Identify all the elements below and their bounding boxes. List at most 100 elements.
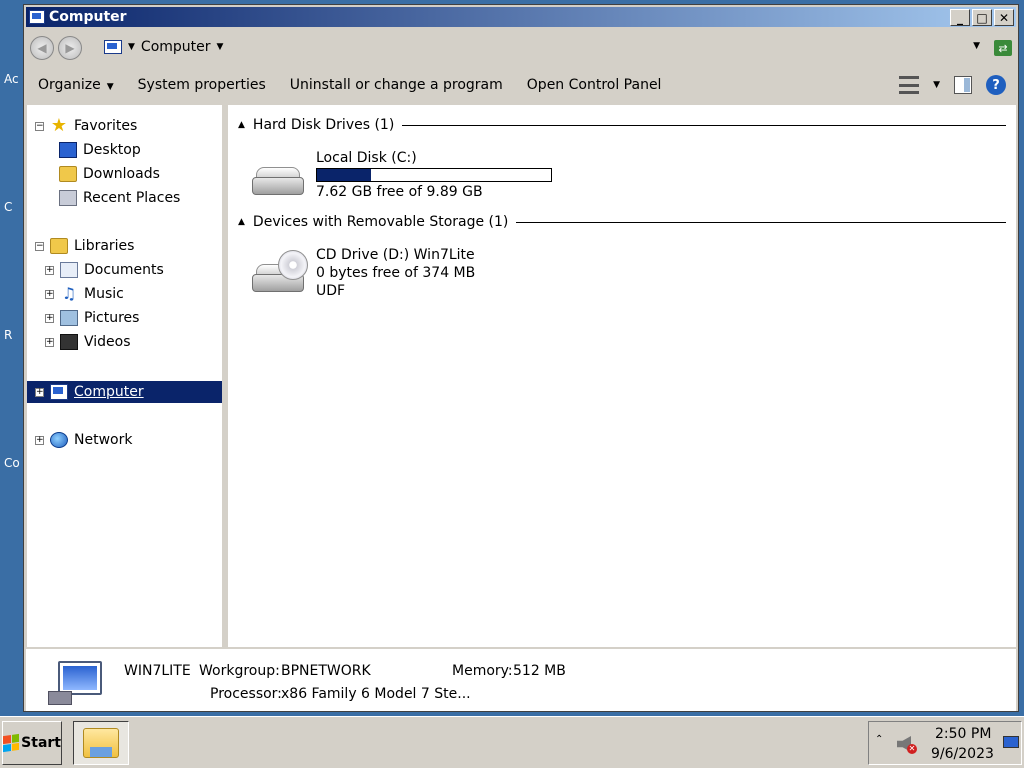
breadcrumb-dropdown-icon[interactable]: ▼ xyxy=(217,42,224,52)
expand-icon[interactable]: + xyxy=(45,313,54,323)
forward-button[interactable]: ▶ xyxy=(58,36,82,60)
expand-icon[interactable]: + xyxy=(35,387,44,397)
start-label: Start xyxy=(21,735,61,751)
disk-usage-bar xyxy=(316,168,552,182)
pictures-icon xyxy=(60,310,78,326)
group-divider xyxy=(402,124,1006,126)
nav-item-network[interactable]: + Network xyxy=(27,429,222,451)
breadcrumb-arrow-icon[interactable]: ▼ xyxy=(128,42,135,52)
expand-icon[interactable]: + xyxy=(35,435,44,445)
computer-icon xyxy=(50,384,68,400)
nav-label: Recent Places xyxy=(83,190,181,206)
processor-label: Processor: xyxy=(210,686,282,702)
nav-item-documents[interactable]: + Documents xyxy=(27,259,222,281)
expand-icon[interactable]: + xyxy=(45,289,54,299)
organize-button[interactable]: Organize ▼ xyxy=(26,77,126,93)
music-icon: ♫ xyxy=(61,284,77,303)
group-title: Hard Disk Drives (1) xyxy=(252,117,395,133)
uninstall-program-button[interactable]: Uninstall or change a program xyxy=(278,77,515,93)
memory-label: Memory: xyxy=(452,663,513,679)
chevron-down-icon: ▼ xyxy=(106,82,114,92)
nav-label: Pictures xyxy=(84,310,140,326)
group-title: Devices with Removable Storage (1) xyxy=(252,214,509,230)
taskbar-explorer-button[interactable] xyxy=(73,721,129,765)
star-icon: ★ xyxy=(50,115,68,136)
nav-item-music[interactable]: + ♫ Music xyxy=(27,283,222,305)
content-pane: ▲ Hard Disk Drives (1) Local Disk (C:) 7… xyxy=(228,105,1016,647)
system-properties-button[interactable]: System properties xyxy=(126,77,278,93)
nav-label: Videos xyxy=(84,334,131,350)
group-header-hard-disk-drives[interactable]: ▲ Hard Disk Drives (1) xyxy=(238,115,1006,135)
nav-label: Downloads xyxy=(83,166,160,182)
nav-item-downloads[interactable]: Downloads xyxy=(27,163,222,185)
organize-label: Organize xyxy=(38,77,101,93)
network-icon xyxy=(50,432,68,448)
title-bar[interactable]: Computer _ □ ✕ xyxy=(26,7,1016,27)
maximize-button[interactable]: □ xyxy=(972,9,992,26)
collapse-group-icon[interactable]: ▲ xyxy=(238,217,245,227)
collapse-icon[interactable]: − xyxy=(35,241,44,251)
processor-value: x86 Family 6 Model 7 Ste... xyxy=(281,686,471,702)
open-control-panel-button[interactable]: Open Control Panel xyxy=(515,77,674,93)
change-view-icon[interactable] xyxy=(899,76,920,94)
videos-icon xyxy=(60,334,78,350)
taskbar: Start ⌃ ✕ 2:50 PM 9/6/2023 xyxy=(0,716,1024,768)
start-button[interactable]: Start xyxy=(2,721,62,765)
computer-name: WIN7LITE xyxy=(124,663,191,679)
refresh-icon[interactable]: ⇄ xyxy=(994,40,1012,56)
nav-item-recent-places[interactable]: Recent Places xyxy=(27,187,222,209)
clock-time[interactable]: 2:50 PM xyxy=(935,726,991,742)
folder-icon xyxy=(83,728,119,758)
address-bar-row: ◀ ▶ ▼ Computer ▼ ▼ ⇄ xyxy=(26,31,1016,65)
nav-label: Desktop xyxy=(83,142,141,158)
system-tray: ⌃ ✕ 2:50 PM 9/6/2023 xyxy=(868,721,1022,765)
documents-icon xyxy=(60,262,78,278)
computer-icon xyxy=(104,40,122,54)
cd-drive-icon xyxy=(250,250,308,298)
nav-item-desktop[interactable]: Desktop xyxy=(27,139,222,161)
drive-free-space: 7.62 GB free of 9.89 GB xyxy=(316,184,483,200)
desktop-icon-label[interactable]: R xyxy=(4,328,12,342)
muted-icon: ✕ xyxy=(907,744,917,754)
group-header-removable-storage[interactable]: ▲ Devices with Removable Storage (1) xyxy=(238,212,1006,232)
expand-icon[interactable]: + xyxy=(45,265,54,275)
command-bar: Organize ▼ System properties Uninstall or… xyxy=(26,67,1016,103)
workgroup-label: Workgroup: xyxy=(199,663,280,679)
desktop-icon-label[interactable]: C xyxy=(4,200,12,214)
nav-label: Music xyxy=(84,286,124,302)
collapse-group-icon[interactable]: ▲ xyxy=(238,120,245,130)
workgroup-value: BPNETWORK xyxy=(281,663,371,679)
show-hidden-icons-icon[interactable]: ⌃ xyxy=(875,734,883,745)
hard-drive-icon xyxy=(250,167,306,201)
desktop-icon-label[interactable]: Ac xyxy=(4,72,19,86)
collapse-icon[interactable]: − xyxy=(35,121,44,131)
clock-date[interactable]: 9/6/2023 xyxy=(931,746,994,762)
view-options-chevron-icon[interactable]: ▼ xyxy=(933,80,940,90)
disk-usage-fill xyxy=(317,169,371,181)
preview-pane-icon[interactable] xyxy=(954,76,972,94)
drive-name: Local Disk (C:) xyxy=(316,150,417,166)
minimize-button[interactable]: _ xyxy=(950,9,970,26)
close-button[interactable]: ✕ xyxy=(994,9,1014,26)
window-title: Computer xyxy=(49,9,127,25)
nav-item-videos[interactable]: + Videos xyxy=(27,331,222,353)
show-desktop-icon[interactable] xyxy=(1003,736,1019,748)
desktop-icon-label[interactable]: Co xyxy=(4,456,20,470)
nav-label: Favorites xyxy=(74,118,138,134)
nav-item-computer[interactable]: + Computer xyxy=(27,381,222,403)
nav-label: Network xyxy=(74,432,133,448)
memory-value: 512 MB xyxy=(513,663,566,679)
nav-label: Libraries xyxy=(74,238,135,254)
nav-item-libraries[interactable]: − Libraries xyxy=(27,235,222,257)
back-button[interactable]: ◀ xyxy=(30,36,54,60)
breadcrumb-computer[interactable]: Computer xyxy=(141,39,211,55)
expand-icon[interactable]: + xyxy=(45,337,54,347)
group-divider xyxy=(516,221,1006,223)
desktop-icon xyxy=(59,142,77,158)
libraries-icon xyxy=(50,238,68,254)
help-icon[interactable]: ? xyxy=(986,75,1006,95)
nav-item-favorites[interactable]: − ★ Favorites xyxy=(27,115,222,137)
nav-item-pictures[interactable]: + Pictures xyxy=(27,307,222,329)
address-history-dropdown-icon[interactable]: ▼ xyxy=(973,41,980,51)
address-bar[interactable]: ▼ Computer ▼ ▼ xyxy=(98,35,988,59)
